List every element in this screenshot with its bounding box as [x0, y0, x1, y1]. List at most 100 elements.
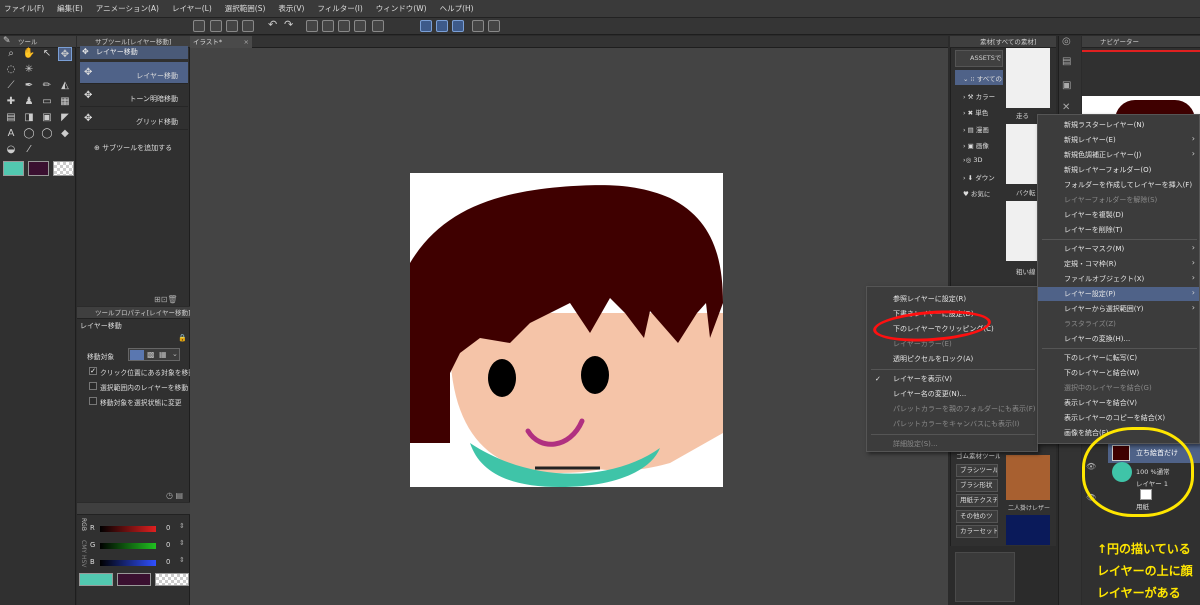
- menu-edit[interactable]: 編集(E): [57, 3, 83, 14]
- material-tree-item[interactable]: › ▤ 漫画: [963, 124, 989, 134]
- subtool-item[interactable]: ✥ レイヤー移動: [80, 62, 188, 84]
- material-tree-item[interactable]: ›◎ 3D: [963, 156, 982, 164]
- figure-icon[interactable]: ◨: [22, 111, 36, 125]
- chevron-down-icon[interactable]: ⌄: [172, 350, 178, 358]
- move-layer-icon[interactable]: ✥: [58, 47, 72, 61]
- menu-item[interactable]: パレットカラーを親のフォルダーにも表示(F): [893, 402, 1036, 416]
- material-tree-item[interactable]: › ⬇ ダウン: [963, 172, 995, 182]
- save-icon[interactable]: [242, 20, 254, 32]
- hand-icon[interactable]: ✋: [22, 47, 36, 61]
- target-selector[interactable]: ▩ ▦ ⌄: [128, 348, 180, 361]
- text-icon[interactable]: A: [4, 127, 18, 141]
- subtool-item[interactable]: ✥ トーン明暗移動: [80, 85, 188, 107]
- menu-item[interactable]: 定規・コマ枠(R): [1064, 257, 1116, 271]
- menu-item[interactable]: 表示レイヤーのコピーを結合(X): [1064, 411, 1165, 425]
- dropper-icon[interactable]: ⁄: [22, 143, 36, 157]
- menu-item[interactable]: 新規レイヤーフォルダー(O): [1064, 163, 1151, 177]
- fill-bucket-icon[interactable]: ◒: [4, 143, 18, 157]
- lock-icon[interactable]: 🔒: [178, 334, 187, 342]
- material-tree-item[interactable]: › ▣ 画像: [963, 140, 989, 150]
- material-thumb-sofa[interactable]: [1006, 455, 1050, 500]
- brush-group-button[interactable]: 用紙テクスチ: [956, 494, 998, 507]
- channel-b-value[interactable]: 0: [166, 558, 170, 566]
- menu-item[interactable]: 表示レイヤーを結合(V): [1064, 396, 1137, 410]
- menu-item[interactable]: レイヤーフォルダーを解除(S): [1064, 193, 1157, 207]
- tool-property-footer-icons[interactable]: ◷ ▤: [166, 491, 183, 500]
- pencil-icon[interactable]: ✏: [40, 79, 54, 93]
- menu-file[interactable]: ファイル(F): [4, 3, 44, 14]
- channel-b-slider[interactable]: [100, 560, 156, 566]
- menu-item[interactable]: フォルダーを作成してレイヤーを挿入(F): [1064, 178, 1192, 192]
- menu-item[interactable]: 透明ピクセルをロック(A): [893, 352, 973, 366]
- phone-icon[interactable]: [472, 20, 484, 32]
- undo-icon[interactable]: ↶: [268, 19, 280, 32]
- clear-icon[interactable]: [322, 20, 334, 32]
- material-tree-item[interactable]: › ✖ 単色: [963, 107, 988, 117]
- channel-r-value[interactable]: 0: [166, 524, 170, 532]
- canvas-tab[interactable]: イラスト* ×: [190, 36, 252, 48]
- channel-r-slider[interactable]: [100, 526, 156, 532]
- material-tree-item[interactable]: › ⚒ カラー: [963, 91, 995, 101]
- add-subtool-button[interactable]: ⊕ サブツールを追加する: [94, 143, 172, 153]
- settings-icon[interactable]: [488, 20, 500, 32]
- menu-item[interactable]: ラスタライズ(Z): [1064, 317, 1116, 331]
- sub-view-icon[interactable]: ▤: [1062, 56, 1071, 67]
- menu-animation[interactable]: アニメーション(A): [96, 3, 159, 14]
- balloon-icon[interactable]: ◯: [22, 127, 36, 141]
- menu-item[interactable]: 選択中のレイヤーを結合(G): [1064, 381, 1152, 395]
- subtool-item[interactable]: ✥ グリッド移動: [80, 108, 188, 130]
- snap-ruler-icon[interactable]: [420, 20, 432, 32]
- color-sub-swatch[interactable]: [117, 573, 151, 586]
- assets-button[interactable]: ASSETSで: [955, 50, 1003, 67]
- transparent-color-swatch[interactable]: [53, 161, 74, 176]
- illustration-canvas[interactable]: [410, 173, 723, 487]
- brush-group-button[interactable]: ブラシ形状: [956, 479, 998, 492]
- redo-icon[interactable]: ↷: [284, 19, 296, 32]
- color-mode-tab-other[interactable]: CMY HSV: [78, 540, 87, 570]
- main-color-swatch[interactable]: [3, 161, 24, 176]
- color-transparent-swatch[interactable]: [155, 573, 189, 586]
- grid-icon[interactable]: ▦: [58, 95, 72, 109]
- eyedropper-icon[interactable]: ⟋: [4, 79, 18, 93]
- menu-help[interactable]: ヘルプ(H): [440, 3, 474, 14]
- stamp-icon[interactable]: ♟: [22, 95, 36, 109]
- ruler-icon[interactable]: ▭: [40, 95, 54, 109]
- menu-item[interactable]: パレットカラーをキャンバスにも表示(I): [893, 417, 1020, 431]
- menu-item[interactable]: レイヤーを表示(V): [893, 372, 952, 386]
- menu-item[interactable]: 詳細設定(S)...: [893, 437, 938, 451]
- material-thumb-stars[interactable]: [1006, 515, 1050, 545]
- decoration-icon[interactable]: ✚: [4, 95, 18, 109]
- option-checkbox[interactable]: [89, 382, 97, 390]
- menu-item[interactable]: レイヤーを複製(D): [1064, 208, 1124, 222]
- magic-wand-icon[interactable]: ✳: [22, 63, 36, 77]
- zoom-icon[interactable]: ⌕: [4, 47, 18, 61]
- option-checkbox[interactable]: [89, 397, 97, 405]
- menu-item[interactable]: 下のレイヤーに転写(C): [1064, 351, 1137, 365]
- menu-item[interactable]: 参照レイヤーに設定(R): [893, 292, 966, 306]
- navigator-icon[interactable]: ◎: [1062, 36, 1071, 47]
- correct-line-icon[interactable]: ◆: [58, 127, 72, 141]
- menu-window[interactable]: ウィンドウ(W): [376, 3, 427, 14]
- transform-icon[interactable]: [354, 20, 366, 32]
- busy-icon[interactable]: [306, 20, 318, 32]
- material-thumb-run[interactable]: [1006, 48, 1050, 108]
- selection-icon[interactable]: [372, 20, 384, 32]
- new-file-icon[interactable]: [210, 20, 222, 32]
- stepper-icon[interactable]: ⇕: [179, 556, 185, 564]
- lasso-icon[interactable]: ◌: [4, 63, 18, 77]
- menu-view[interactable]: 表示(V): [278, 3, 304, 14]
- eraser-icon[interactable]: ◭: [58, 79, 72, 93]
- history-icon[interactable]: ✕: [1062, 102, 1070, 113]
- line-icon[interactable]: ◤: [58, 111, 72, 125]
- gradient-icon[interactable]: ▤: [4, 111, 18, 125]
- snap-special-ruler-icon[interactable]: [436, 20, 448, 32]
- frame-icon[interactable]: ▣: [40, 111, 54, 125]
- menu-item[interactable]: レイヤーを削除(T): [1064, 223, 1123, 237]
- material-tree-item[interactable]: ⌄ ⁝⁝ すべての: [963, 73, 1002, 83]
- brush-group-button[interactable]: その他のツ: [956, 510, 998, 523]
- menu-filter[interactable]: フィルター(I): [317, 3, 362, 14]
- fill-icon[interactable]: [338, 20, 350, 32]
- sub-color-swatch[interactable]: [28, 161, 49, 176]
- menu-item[interactable]: 新規レイヤー(E): [1064, 133, 1116, 147]
- snap-grid-icon[interactable]: [452, 20, 464, 32]
